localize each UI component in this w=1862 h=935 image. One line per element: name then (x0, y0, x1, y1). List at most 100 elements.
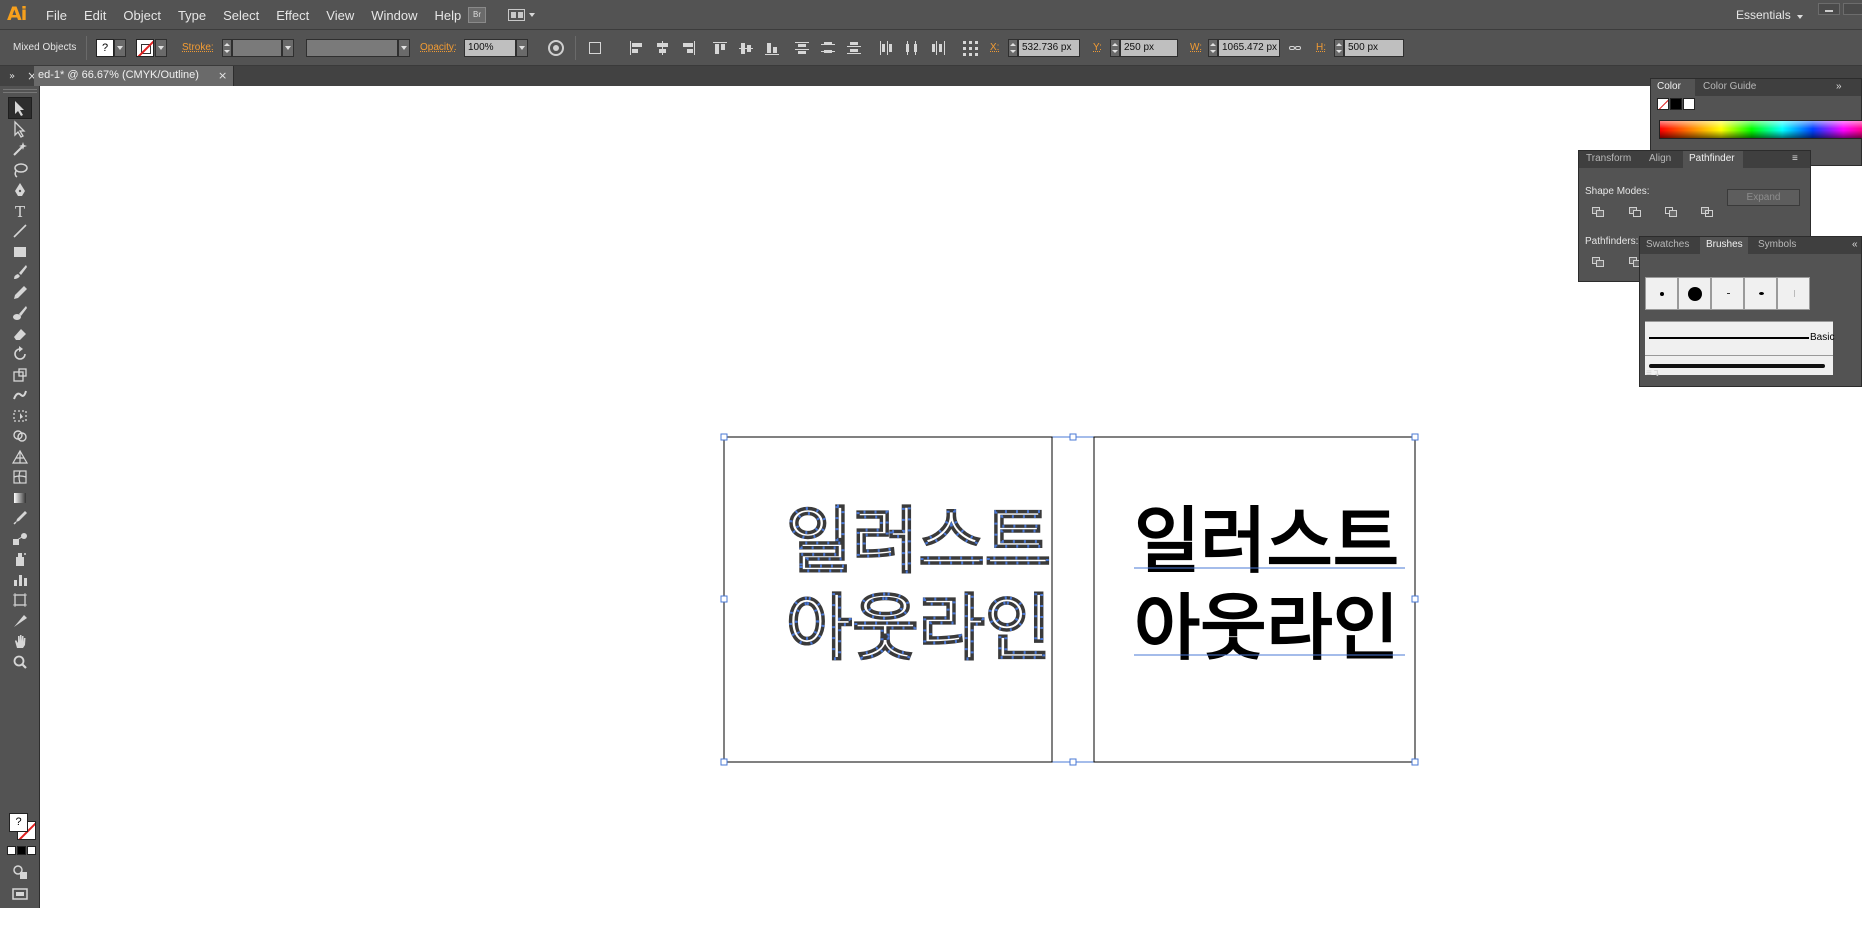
tab-align[interactable]: Align (1649, 153, 1671, 164)
slice-tool-icon[interactable] (8, 610, 32, 632)
hand-tool-icon[interactable] (8, 630, 32, 652)
maximize-button[interactable] (1843, 3, 1862, 15)
shape-builder-tool-icon[interactable] (8, 425, 32, 447)
none-swatch[interactable] (1657, 98, 1669, 110)
blend-tool-icon[interactable] (8, 528, 32, 550)
workspace-switcher[interactable]: Essentials (1736, 8, 1791, 22)
stroke-swatch[interactable] (136, 39, 154, 57)
paintbrush-tool-icon[interactable] (8, 261, 32, 283)
menu-object[interactable]: Object (123, 8, 161, 23)
height-label[interactable]: H: (1316, 42, 1326, 53)
constrain-proportions-icon[interactable] (1287, 40, 1304, 56)
opacity-field[interactable]: 100% (464, 39, 516, 57)
menu-type[interactable]: Type (178, 8, 206, 23)
expand-button[interactable]: Expand (1727, 189, 1800, 206)
menu-view[interactable]: View (326, 8, 354, 23)
horizontal-distribute-right-icon[interactable] (930, 40, 947, 56)
variable-width-profile[interactable] (306, 39, 398, 57)
menu-window[interactable]: Window (371, 8, 417, 23)
panel-grip[interactable] (3, 89, 37, 93)
arrange-documents-icon[interactable] (508, 7, 536, 23)
gradient-mode-icon[interactable] (17, 846, 26, 855)
close-icon[interactable]: × (218, 69, 227, 82)
tab-brushes[interactable]: Brushes (1706, 239, 1743, 250)
stroke-weight-dropdown[interactable] (282, 39, 294, 57)
collapse-panel-icon[interactable]: « (1852, 239, 1858, 250)
vertical-align-center-icon[interactable] (738, 40, 755, 56)
stroke-weight-stepper[interactable] (222, 39, 232, 57)
y-field[interactable]: 250 px (1120, 39, 1178, 57)
stroke-label[interactable]: Stroke: (182, 42, 214, 53)
warp-tool-icon[interactable] (8, 384, 32, 406)
artboard-tool-icon[interactable] (8, 589, 32, 611)
scale-tool-icon[interactable] (8, 364, 32, 386)
tab-swatches[interactable]: Swatches (1646, 239, 1689, 250)
height-stepper[interactable] (1334, 39, 1344, 57)
stroke-color-dropdown[interactable] (155, 39, 167, 57)
draw-mode-icon[interactable] (8, 861, 32, 883)
width-field[interactable]: 1065.472 px (1218, 39, 1280, 57)
menu-file[interactable]: File (46, 8, 67, 23)
type-tool-icon[interactable]: T (8, 200, 32, 222)
free-transform-tool-icon[interactable] (8, 405, 32, 427)
vertical-align-top-icon[interactable] (712, 40, 729, 56)
intersect-icon[interactable] (1665, 207, 1679, 219)
collapse-panel-icon[interactable]: » (1836, 81, 1842, 92)
zoom-tool-icon[interactable] (8, 651, 32, 673)
vertical-distribute-center-icon[interactable] (820, 40, 837, 56)
symbol-sprayer-tool-icon[interactable] (8, 548, 32, 570)
screen-mode-icon[interactable] (8, 883, 32, 905)
tab-color-guide[interactable]: Color Guide (1703, 81, 1756, 92)
unite-icon[interactable] (1592, 207, 1606, 219)
document-tab[interactable]: ed-1* @ 66.67% (CMYK/Outline) × (34, 66, 234, 86)
blob-brush-tool-icon[interactable] (8, 302, 32, 324)
width-label[interactable]: W: (1190, 42, 1202, 53)
fill-swatch-tool[interactable]: ? (9, 813, 28, 832)
menu-select[interactable]: Select (223, 8, 259, 23)
brush-light[interactable] (1777, 277, 1810, 310)
black-swatch[interactable] (1670, 98, 1682, 110)
menu-help[interactable]: Help (434, 8, 461, 23)
rotate-tool-icon[interactable] (8, 343, 32, 365)
align-to-selection-icon[interactable] (588, 40, 605, 56)
horizontal-align-right-icon[interactable] (680, 40, 697, 56)
minimize-button[interactable] (1818, 3, 1840, 15)
exclude-icon[interactable] (1701, 207, 1715, 219)
horizontal-distribute-left-icon[interactable] (878, 40, 895, 56)
horizontal-align-left-icon[interactable] (628, 40, 645, 56)
brush-basic-row[interactable]: Basic (1645, 321, 1834, 355)
x-stepper[interactable] (1008, 39, 1018, 57)
horizontal-align-center-icon[interactable] (654, 40, 671, 56)
brush-calligraphic[interactable] (1744, 277, 1777, 310)
expand-panels-icon[interactable]: » (9, 71, 15, 82)
vertical-distribute-bottom-icon[interactable] (846, 40, 863, 56)
selection-tool-icon[interactable] (8, 97, 32, 119)
color-spectrum[interactable] (1659, 120, 1862, 139)
lasso-tool-icon[interactable] (8, 159, 32, 181)
opacity-dropdown[interactable] (516, 39, 528, 57)
column-graph-tool-icon[interactable] (8, 569, 32, 591)
stroke-weight-field[interactable] (232, 39, 282, 57)
tab-color[interactable]: Color (1657, 81, 1681, 92)
rectangle-tool-icon[interactable] (8, 241, 32, 263)
gradient-tool-icon[interactable] (8, 487, 32, 509)
brush-large-dot[interactable] (1678, 277, 1711, 310)
perspective-grid-tool-icon[interactable] (8, 446, 32, 468)
direct-selection-tool-icon[interactable] (8, 118, 32, 140)
vertical-distribute-top-icon[interactable] (794, 40, 811, 56)
go-to-bridge-button[interactable]: Br (468, 7, 486, 23)
fill-dropdown[interactable] (114, 39, 126, 57)
vertical-align-bottom-icon[interactable] (764, 40, 781, 56)
y-stepper[interactable] (1110, 39, 1120, 57)
tab-transform[interactable]: Transform (1586, 153, 1631, 164)
none-mode-icon[interactable] (27, 846, 36, 855)
pencil-tool-icon[interactable] (8, 282, 32, 304)
height-field[interactable]: 500 px (1344, 39, 1404, 57)
chevron-down-icon[interactable] (1797, 15, 1803, 19)
brush-small-dot[interactable] (1645, 277, 1678, 310)
eyedropper-tool-icon[interactable] (8, 507, 32, 529)
mesh-tool-icon[interactable] (8, 466, 32, 488)
recolor-artwork-icon[interactable] (548, 40, 564, 56)
reference-point-icon[interactable] (962, 40, 979, 56)
tab-pathfinder[interactable]: Pathfinder (1689, 153, 1735, 164)
